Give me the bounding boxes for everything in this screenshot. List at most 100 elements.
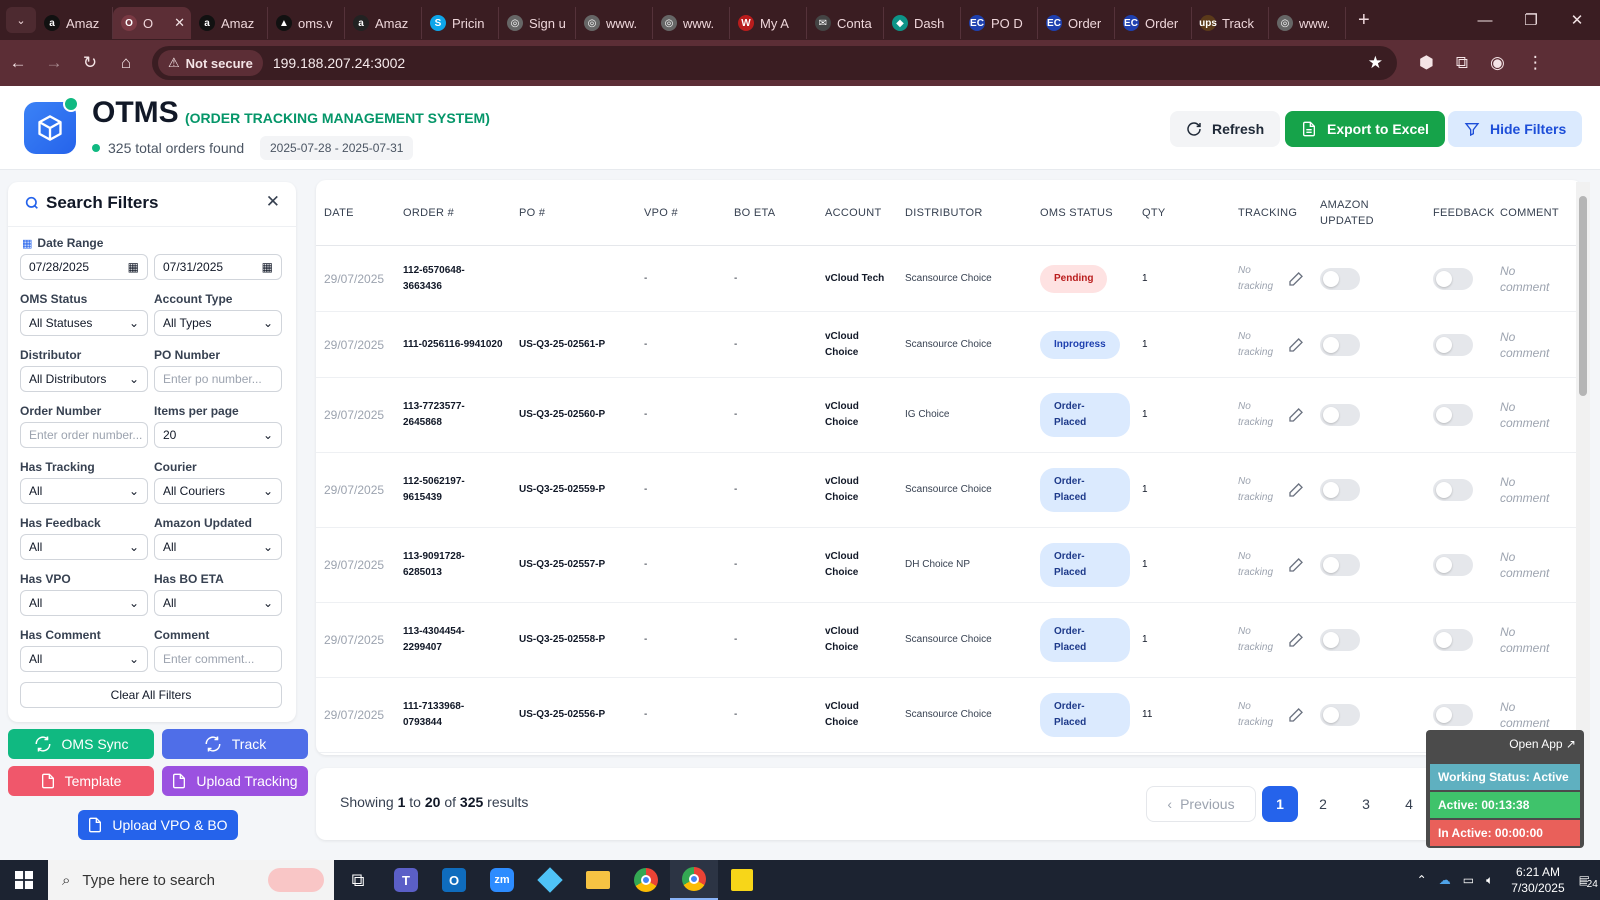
browser-tab[interactable]: ◆ Dash	[884, 7, 961, 39]
table-row[interactable]: 29/07/2025 111-0256116-9941020 US-Q3-25-02…	[316, 312, 1582, 378]
cell-order-number[interactable]: 112-6570648-3663436	[403, 246, 503, 311]
forward-button[interactable]: →	[36, 53, 72, 73]
po-number-input[interactable]: Enter po number...	[154, 366, 282, 392]
feedback-toggle[interactable]	[1433, 554, 1473, 576]
security-indicator[interactable]: ⚠ Not secure	[158, 50, 263, 76]
page-number-button[interactable]: 1	[1262, 786, 1298, 822]
edit-pencil-icon[interactable]	[1288, 557, 1304, 573]
task-view-icon[interactable]: ⧉	[334, 860, 382, 900]
col-qty[interactable]: QTY	[1142, 180, 1166, 246]
browser-tab[interactable]: ◎ www.	[576, 7, 653, 39]
amazon-updated-toggle[interactable]	[1320, 704, 1360, 726]
cell-order-number[interactable]: 113-9091728-6285013	[403, 528, 503, 602]
sticky-notes-icon[interactable]	[718, 860, 766, 900]
edit-pencil-icon[interactable]	[1288, 271, 1304, 287]
calendar-icon[interactable]: ▦	[128, 260, 139, 274]
col-account[interactable]: ACCOUNT	[825, 180, 882, 246]
browser-tab[interactable]: ▲ oms.v	[268, 7, 345, 39]
amazon-updated-toggle[interactable]	[1320, 267, 1360, 290]
close-tab-icon[interactable]: ✕	[174, 15, 185, 31]
browser-tab[interactable]: EC PO D	[961, 7, 1038, 39]
table-row[interactable]: 29/07/2025 112-5062197-9615439 US-Q3-25-02…	[316, 453, 1582, 528]
browser-tab[interactable]: a Amaz	[191, 7, 268, 39]
upload-tracking-button[interactable]: Upload Tracking	[162, 766, 308, 796]
col-order[interactable]: ORDER #	[403, 180, 454, 246]
has-tracking-select[interactable]: All ⌄	[20, 478, 148, 504]
export-excel-button[interactable]: Export to Excel	[1285, 111, 1445, 147]
browser-tab[interactable]: W My A	[730, 7, 807, 39]
items-per-page-select[interactable]: 20 ⌄	[154, 422, 282, 448]
amazon-updated-toggle[interactable]	[1320, 404, 1360, 426]
chrome-icon[interactable]	[622, 860, 670, 900]
browser-tab[interactable]: a Amaz	[36, 7, 113, 39]
scrollbar-thumb[interactable]	[1579, 196, 1587, 396]
col-bo-eta[interactable]: BO ETA	[734, 180, 775, 246]
table-row[interactable]: 29/07/2025 113-4304454-2299407 US-Q3-25-02…	[316, 603, 1582, 678]
has-comment-select[interactable]: All ⌄	[20, 646, 148, 672]
app-diamond-icon[interactable]	[526, 860, 574, 900]
edit-pencil-icon[interactable]	[1288, 337, 1304, 353]
cell-order-number[interactable]: 113-4304454-2299407	[403, 603, 503, 677]
back-button[interactable]: ←	[0, 53, 36, 73]
table-row[interactable]: 29/07/2025 113-7723577-2645868 US-Q3-25-02…	[316, 378, 1582, 453]
col-oms-status[interactable]: OMS STATUS	[1040, 180, 1113, 246]
page-number-button[interactable]: 4	[1391, 786, 1427, 822]
browser-tab[interactable]: ◎ www.	[1269, 7, 1346, 39]
tab-search-button[interactable]: ⌄	[6, 7, 36, 33]
table-row[interactable]: 29/07/2025 111-7133968-0793844 US-Q3-25-02…	[316, 678, 1582, 753]
amazon-updated-toggle[interactable]	[1320, 479, 1360, 501]
extensions-puzzle-icon[interactable]: ⧉	[1456, 53, 1468, 73]
col-feedback[interactable]: FEEDBACK	[1433, 180, 1495, 246]
new-tab-button[interactable]: +	[1358, 9, 1370, 32]
feedback-toggle[interactable]	[1433, 267, 1473, 290]
date-from-input[interactable]: 07/28/2025 ▦	[20, 254, 148, 280]
chrome-profile-icon[interactable]	[670, 860, 718, 900]
courier-select[interactable]: All Couriers ⌄	[154, 478, 282, 504]
table-row[interactable]: 29/07/2025 113-9091728-6285013 US-Q3-25-02…	[316, 528, 1582, 603]
onedrive-icon[interactable]: ☁	[1439, 873, 1451, 887]
amazon-updated-select[interactable]: All ⌄	[154, 534, 282, 560]
oms-status-select[interactable]: All Statuses ⌄	[20, 310, 148, 336]
order-number-input[interactable]: Enter order number...	[20, 422, 148, 448]
comment-input[interactable]: Enter comment...	[154, 646, 282, 672]
col-amazon-updated[interactable]: AMAZON UPDATED	[1320, 180, 1380, 246]
feedback-toggle[interactable]	[1433, 629, 1473, 651]
minimize-button[interactable]: —	[1462, 0, 1508, 40]
feedback-toggle[interactable]	[1433, 479, 1473, 501]
col-tracking[interactable]: TRACKING	[1238, 180, 1297, 246]
network-icon[interactable]: ▭	[1463, 873, 1474, 887]
browser-tab[interactable]: O O ✕	[113, 7, 191, 39]
cell-order-number[interactable]: 111-7133968-0793844	[403, 678, 503, 752]
amazon-updated-toggle[interactable]	[1320, 333, 1360, 356]
browser-tab[interactable]: EC Order	[1115, 7, 1192, 39]
col-po[interactable]: PO #	[519, 180, 545, 246]
hide-filters-button[interactable]: Hide Filters	[1448, 111, 1583, 147]
edit-pencil-icon[interactable]	[1288, 632, 1304, 648]
distributor-select[interactable]: All Distributors ⌄	[20, 366, 148, 392]
oms-sync-button[interactable]: OMS Sync	[8, 729, 154, 759]
browser-tab[interactable]: ups Track	[1192, 7, 1269, 39]
cell-order-number[interactable]: 112-5062197-9615439	[403, 453, 503, 527]
file-explorer-icon[interactable]	[574, 860, 622, 900]
col-comment[interactable]: COMMENT	[1500, 180, 1559, 246]
account-type-select[interactable]: All Types ⌄	[154, 310, 282, 336]
browser-tab[interactable]: ✉ Conta	[807, 7, 884, 39]
feedback-toggle[interactable]	[1433, 704, 1473, 726]
clear-filters-button[interactable]: Clear All Filters	[20, 682, 282, 708]
page-number-button[interactable]: 2	[1305, 786, 1341, 822]
col-distributor[interactable]: DISTRIBUTOR	[905, 180, 983, 246]
zoom-icon[interactable]: zm	[478, 860, 526, 900]
extension-icon[interactable]: ⬢	[1419, 53, 1434, 73]
teams-icon[interactable]: T	[382, 860, 430, 900]
track-button[interactable]: Track	[162, 729, 308, 759]
feedback-toggle[interactable]	[1433, 404, 1473, 426]
close-window-button[interactable]: ✕	[1554, 0, 1600, 40]
amazon-updated-toggle[interactable]	[1320, 554, 1360, 576]
bookmark-star-icon[interactable]: ★	[1368, 53, 1383, 73]
taskbar-search[interactable]: ⌕ Type here to search	[48, 860, 334, 900]
date-to-input[interactable]: 07/31/2025 ▦	[154, 254, 282, 280]
previous-page-button[interactable]: ‹ Previous	[1146, 786, 1256, 822]
has-bo-eta-select[interactable]: All ⌄	[154, 590, 282, 616]
home-button[interactable]: ⌂	[108, 53, 144, 73]
browser-menu-icon[interactable]: ⋮	[1527, 53, 1544, 73]
